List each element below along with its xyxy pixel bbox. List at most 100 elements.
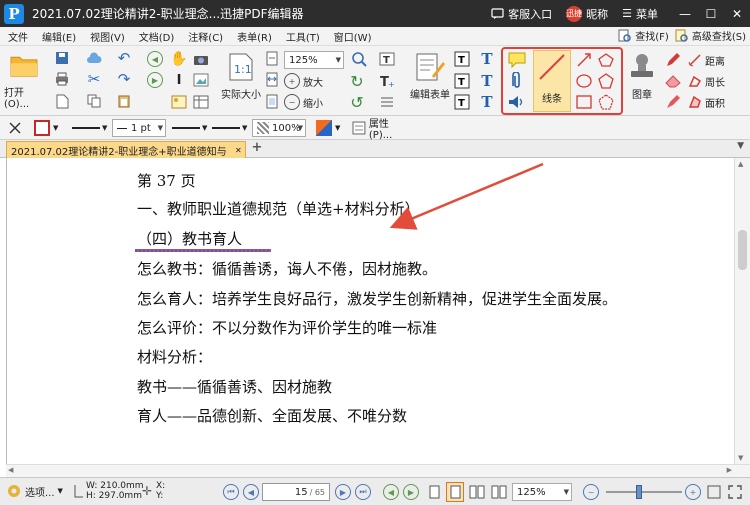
copy-button[interactable] — [86, 93, 102, 109]
user-account[interactable]: 迅捷 昵称 — [566, 5, 608, 22]
zoom-slider-thumb[interactable] — [636, 485, 642, 499]
scroll-thumb[interactable] — [738, 230, 747, 270]
rectangle-tool-button[interactable] — [574, 93, 594, 111]
next-page-button[interactable]: ▶ — [334, 483, 352, 501]
form-image-button[interactable] — [170, 93, 188, 111]
zoom-out-status-button[interactable]: − — [582, 483, 600, 501]
vertical-scrollbar[interactable]: ▲ ▼ — [734, 158, 750, 464]
zoom-tool-button[interactable] — [348, 50, 370, 68]
options-button[interactable]: 选项... ▼ — [6, 482, 63, 500]
list-button[interactable] — [378, 93, 396, 111]
opacity-combo[interactable]: 100% ▼ — [252, 119, 306, 137]
back-button[interactable]: ◀ — [146, 50, 164, 68]
menu-form[interactable]: 表单(R) — [237, 29, 272, 44]
fit-width-button[interactable] — [264, 71, 280, 87]
snapshot-button[interactable] — [192, 50, 210, 68]
document-page[interactable]: 第 37 页 一、教师职业道德规范（单选+材料分析） （四）教书育人 怎么教书：… — [6, 158, 734, 464]
menu-document[interactable]: 文档(D) — [139, 29, 175, 44]
single-page-view-button[interactable] — [426, 483, 442, 501]
menu-window[interactable]: 窗口(W) — [334, 29, 372, 44]
perimeter-tool-button[interactable]: 周长 — [688, 72, 736, 90]
tab-list-button[interactable]: ▼ — [737, 141, 744, 151]
arrow-tool-button[interactable] — [574, 51, 594, 69]
attach-file-button[interactable] — [507, 72, 527, 90]
fullscreen-button[interactable] — [726, 483, 744, 501]
save-button[interactable] — [54, 50, 70, 66]
typewriter-button[interactable]: T — [478, 50, 496, 68]
advanced-find-button[interactable]: 高级查找(S) — [675, 28, 746, 43]
new-tab-button[interactable]: + — [250, 140, 264, 157]
cloud-shape-tool-button[interactable] — [596, 93, 616, 111]
polyline-tool-button[interactable] — [596, 51, 616, 69]
continuous-view-button[interactable] — [446, 482, 464, 502]
fill-color-picker[interactable]: ▼ — [316, 119, 346, 137]
menu-comment[interactable]: 注释(C) — [188, 29, 223, 44]
close-tab-icon[interactable]: ✕ — [235, 146, 242, 155]
cloud-button[interactable] — [86, 50, 102, 66]
document-tab[interactable]: 2021.07.02理论精讲2-职业理念+职业道德知与（讲... ✕ — [6, 141, 246, 158]
open-button[interactable]: 打开(O)... — [4, 52, 44, 110]
hand-tool[interactable]: ✋ — [170, 50, 188, 68]
scroll-down-icon[interactable]: ▼ — [738, 454, 743, 462]
line-width-combo[interactable]: 1 pt ▼ — [112, 119, 166, 137]
ellipse-tool-button[interactable] — [574, 72, 594, 90]
fit-page-button[interactable] — [264, 50, 280, 66]
rotate-left-icon[interactable]: ↺ — [348, 93, 366, 112]
redo-icon[interactable]: ↷ — [116, 70, 132, 88]
facing-view-button[interactable] — [468, 483, 486, 501]
main-menu-button[interactable]: ☰ 菜单 — [622, 6, 658, 22]
customer-service-button[interactable]: 客服入口 — [491, 6, 552, 22]
line-end-picker[interactable]: ▼ — [212, 119, 248, 137]
menu-tools[interactable]: 工具(T) — [286, 29, 320, 44]
fill-none-button[interactable] — [8, 119, 24, 137]
maximize-button[interactable]: ☐ — [698, 7, 724, 21]
history-back-button[interactable]: ◀ — [382, 483, 400, 501]
stroke-color-picker[interactable]: ▼ — [34, 119, 64, 137]
menu-edit[interactable]: 编辑(E) — [42, 29, 76, 44]
eraser-tool-button[interactable] — [664, 72, 682, 90]
select-tool[interactable] — [192, 71, 210, 89]
combo-field-button[interactable]: T — [453, 93, 471, 111]
dash-style-picker[interactable]: ▼ — [172, 119, 208, 137]
menu-file[interactable]: 文件 — [8, 29, 28, 44]
facing-continuous-button[interactable] — [490, 483, 508, 501]
distance-tool-button[interactable]: 距离 — [688, 51, 736, 69]
zoom-slider[interactable] — [606, 485, 682, 499]
menu-view[interactable]: 视图(V) — [90, 29, 125, 44]
callout-button[interactable]: T — [478, 93, 496, 111]
select-text-tool[interactable]: I — [170, 71, 188, 89]
page-input[interactable]: 15 / 65 — [262, 483, 330, 501]
edit-form-button[interactable]: 编辑表单 — [408, 52, 452, 110]
text-field-button[interactable]: T — [453, 50, 471, 68]
first-page-button[interactable]: ⏮ — [222, 483, 240, 501]
forward-button[interactable]: ▶ — [146, 71, 164, 89]
text-box-button[interactable]: T — [478, 72, 496, 90]
zoom-out-button[interactable]: − 缩小 — [284, 93, 326, 111]
add-text-button[interactable]: T — [378, 50, 396, 68]
actual-size-button[interactable]: 1:1 实际大小 — [220, 52, 262, 110]
sound-button[interactable] — [507, 93, 527, 111]
history-forward-button[interactable]: ▶ — [402, 483, 420, 501]
line-tool-button[interactable]: 线条 — [533, 50, 571, 112]
area-tool-button[interactable]: 面积 — [688, 93, 736, 111]
text-area-button[interactable]: T — [453, 72, 471, 90]
close-button[interactable]: ✕ — [724, 7, 750, 21]
line-style-picker[interactable]: ▼ — [72, 119, 108, 137]
find-button[interactable]: 查找(F) — [618, 28, 669, 43]
cut-icon[interactable]: ✂ — [86, 70, 102, 88]
print-button[interactable] — [54, 71, 70, 87]
status-zoom-combo[interactable]: 125% ▼ — [512, 483, 572, 501]
pentagon-tool-button[interactable] — [596, 72, 616, 90]
minimize-button[interactable]: — — [672, 7, 698, 21]
properties-button[interactable]: 属性(P)... — [352, 119, 412, 141]
highlight-tool-button[interactable] — [664, 93, 682, 111]
paste-button[interactable] — [116, 93, 132, 109]
scroll-left-icon[interactable]: ◀ — [8, 466, 13, 474]
fit-visible-button[interactable] — [264, 93, 280, 109]
scroll-right-icon[interactable]: ▶ — [727, 466, 732, 474]
zoom-in-status-button[interactable]: + — [684, 483, 702, 501]
new-doc-button[interactable] — [54, 93, 70, 109]
table-button[interactable] — [192, 93, 210, 111]
edit-text-button[interactable]: T + — [378, 72, 396, 90]
pencil-tool-button[interactable] — [664, 51, 682, 69]
